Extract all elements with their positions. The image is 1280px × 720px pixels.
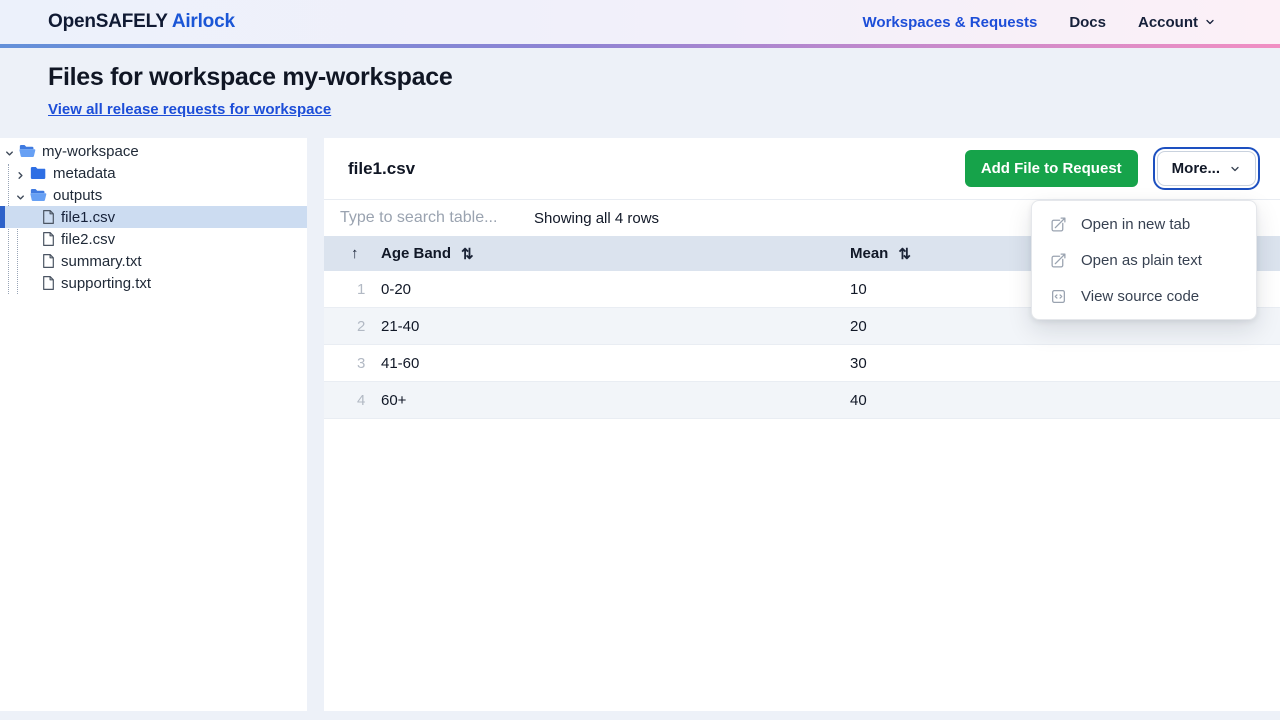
menu-item-view-source-code[interactable]: View source code (1032, 278, 1256, 314)
more-button[interactable]: More... (1157, 151, 1256, 186)
code-icon (1050, 288, 1067, 305)
tree-item-label: my-workspace (42, 143, 139, 160)
nav-link-docs[interactable]: Docs (1069, 14, 1106, 31)
menu-item-label: Open as plain text (1081, 252, 1202, 269)
nav-link-account[interactable]: Account (1138, 14, 1216, 31)
chevron-down-icon[interactable] (15, 190, 26, 201)
column-header-age-band[interactable]: Age Band ⇅ (381, 245, 850, 263)
panel-header: file1.csv Add File to Request More... (324, 138, 1280, 200)
tree-item-metadata[interactable]: metadata (0, 162, 307, 184)
page-header: Files for workspace my-workspace View al… (0, 48, 1280, 138)
search-input[interactable] (324, 209, 520, 227)
tree-item-label: file1.csv (61, 209, 115, 226)
tree-item-file1-csv[interactable]: file1.csv (0, 206, 307, 228)
age-band-cell: 0-20 (381, 281, 850, 298)
chevron-down-icon[interactable] (4, 146, 15, 157)
tree-item-file2-csv[interactable]: file2.csv (0, 228, 307, 250)
folder-open-icon (30, 188, 47, 202)
main-region: my-workspace metadata outputs file (0, 138, 1280, 711)
nav-links: Workspaces & Requests Docs Account (863, 14, 1216, 31)
tree-item-label: file2.csv (61, 231, 115, 248)
mean-cell: 40 (850, 392, 1280, 409)
menu-item-label: View source code (1081, 288, 1199, 305)
file-icon (42, 231, 55, 247)
row-number-cell: 3 (324, 355, 381, 372)
nav-link-workspaces[interactable]: Workspaces & Requests (863, 14, 1038, 31)
tree-item-label: supporting.txt (61, 275, 151, 292)
app-logo[interactable]: OpenSAFELY Airlock (48, 11, 235, 33)
menu-item-label: Open in new tab (1081, 216, 1190, 233)
age-band-cell: 60+ (381, 392, 850, 409)
row-number-cell: 1 (324, 281, 381, 298)
external-link-icon (1050, 216, 1067, 233)
table-row: 4 60+ 40 (324, 382, 1280, 419)
page-title: Files for workspace my-workspace (48, 63, 1232, 92)
row-number-cell: 4 (324, 392, 381, 409)
brand-primary: OpenSAFELY (48, 11, 167, 32)
more-button-label: More... (1172, 160, 1220, 177)
tree-item-outputs[interactable]: outputs (0, 184, 307, 206)
mean-cell: 30 (850, 355, 1280, 372)
sort-asc-icon: ↑ (351, 245, 359, 262)
tree-item-supporting-txt[interactable]: supporting.txt (0, 272, 307, 294)
table-row: 3 41-60 30 (324, 345, 1280, 382)
menu-item-open-in-new-tab[interactable]: Open in new tab (1032, 206, 1256, 242)
view-release-requests-link[interactable]: View all release requests for workspace (48, 101, 331, 118)
file-icon (42, 275, 55, 291)
add-file-to-request-button[interactable]: Add File to Request (965, 150, 1138, 187)
column-header-label: Age Band (381, 245, 451, 262)
chevron-right-icon[interactable] (15, 168, 26, 179)
external-link-icon (1050, 252, 1067, 269)
file-title: file1.csv (348, 159, 415, 179)
file-content-panel: file1.csv Add File to Request More... Sh… (324, 138, 1280, 711)
tree-item-my-workspace[interactable]: my-workspace (0, 140, 307, 162)
panel-actions: Add File to Request More... (965, 150, 1256, 187)
file-icon (42, 253, 55, 269)
tree-item-label: summary.txt (61, 253, 142, 270)
chevron-down-icon (1204, 16, 1216, 28)
tree-item-label: outputs (53, 187, 102, 204)
chevron-down-icon (1229, 163, 1241, 175)
more-dropdown-menu: Open in new tab Open as plain text View … (1031, 200, 1257, 320)
tree-item-summary-txt[interactable]: summary.txt (0, 250, 307, 272)
nav-link-label: Docs (1069, 14, 1106, 31)
nav-link-label: Workspaces & Requests (863, 14, 1038, 31)
nav-link-label: Account (1138, 14, 1198, 31)
brand-secondary: Airlock (172, 11, 235, 32)
mean-cell: 20 (850, 318, 1280, 335)
folder-icon (30, 166, 47, 180)
sort-icon: ⇅ (898, 245, 911, 263)
column-header-label: Mean (850, 245, 888, 262)
row-number-column-header[interactable]: ↑ (324, 245, 381, 262)
top-navbar: OpenSAFELY Airlock Workspaces & Requests… (0, 0, 1280, 44)
file-tree-sidebar: my-workspace metadata outputs file (0, 138, 307, 711)
menu-item-open-as-plain-text[interactable]: Open as plain text (1032, 242, 1256, 278)
age-band-cell: 41-60 (381, 355, 850, 372)
file-icon (42, 209, 55, 225)
row-number-cell: 2 (324, 318, 381, 335)
age-band-cell: 21-40 (381, 318, 850, 335)
sort-icon: ⇅ (461, 245, 474, 263)
folder-open-icon (19, 144, 36, 158)
tree-item-label: metadata (53, 165, 116, 182)
row-count-status: Showing all 4 rows (534, 210, 659, 227)
